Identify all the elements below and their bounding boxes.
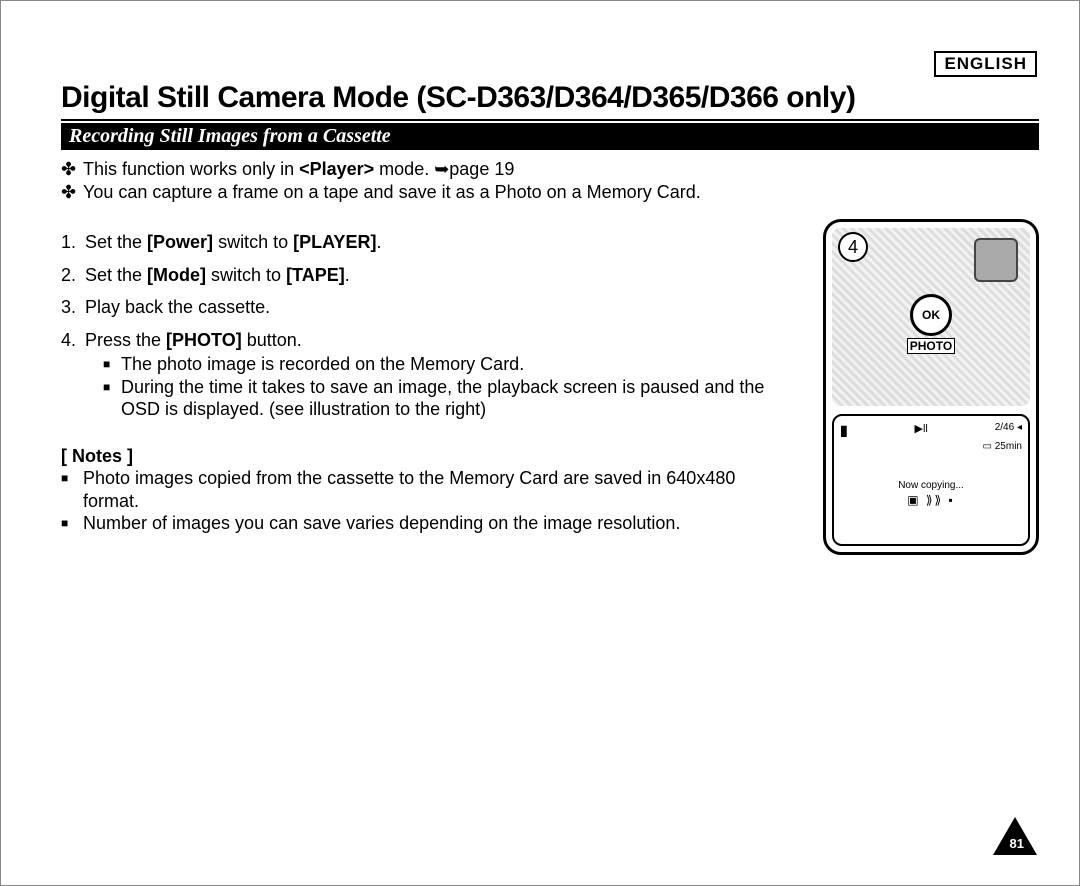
step-reference-circle: 4 bbox=[838, 232, 868, 262]
camera-illustration: 4 OK PHOTO ▮ ▶ll 2/46 ◂ ▭ 25min bbox=[823, 219, 1039, 555]
osd-time: 25min bbox=[995, 441, 1022, 452]
sub-text: The photo image is recorded on the Memor… bbox=[121, 353, 524, 376]
intro-block: ✤ This function works only in <Player> m… bbox=[61, 158, 1039, 203]
notes-block: [ Notes ] ■ Photo images copied from the… bbox=[61, 445, 794, 535]
step-text: Set the [Power] switch to [PLAYER]. bbox=[85, 231, 381, 254]
illustration-column: 4 OK PHOTO ▮ ▶ll 2/46 ◂ ▭ 25min bbox=[814, 203, 1039, 555]
steps-list: 1. Set the [Power] switch to [PLAYER]. 2… bbox=[61, 231, 794, 421]
square-bullet-icon: ■ bbox=[61, 512, 83, 534]
step-number: 2. bbox=[61, 264, 85, 287]
intro-text: You can capture a frame on a tape and sa… bbox=[83, 181, 701, 204]
intro-item: ✤ You can capture a frame on a tape and … bbox=[61, 181, 1039, 204]
osd-counter: 2/46 ◂ bbox=[995, 422, 1022, 439]
step-item: 2. Set the [Mode] switch to [TAPE]. bbox=[61, 264, 794, 287]
sub-item: ■ During the time it takes to save an im… bbox=[103, 376, 794, 421]
manual-page: ENGLISH Digital Still Camera Mode (SC-D3… bbox=[0, 0, 1080, 886]
maltese-icon: ✤ bbox=[61, 181, 83, 204]
square-bullet-icon: ■ bbox=[103, 376, 121, 398]
step-text: Set the [Mode] switch to [TAPE]. bbox=[85, 264, 350, 287]
step-item: 3. Play back the cassette. bbox=[61, 296, 794, 319]
play-pause-icon: ▶ll bbox=[915, 422, 928, 439]
sub-item: ■ The photo image is recorded on the Mem… bbox=[103, 353, 794, 376]
note-text: Number of images you can save varies dep… bbox=[83, 512, 680, 535]
section-heading: Recording Still Images from a Cassette bbox=[61, 123, 1039, 150]
cassette-icon: ▭ bbox=[983, 441, 992, 452]
osd-time-row: ▭ 25min bbox=[840, 441, 1022, 452]
page-title: Digital Still Camera Mode (SC-D363/D364/… bbox=[61, 81, 1039, 115]
intro-text: This function works only in <Player> mod… bbox=[83, 158, 514, 181]
osd-screen: ▮ ▶ll 2/46 ◂ ▭ 25min Now copying... ▣ ⟫⟫… bbox=[832, 414, 1030, 546]
step-number: 4. bbox=[61, 329, 85, 352]
card-icon: ▮ bbox=[840, 422, 848, 439]
note-item: ■ Number of images you can save varies d… bbox=[61, 512, 794, 535]
step-number: 3. bbox=[61, 296, 85, 319]
osd-transfer-icons: ▣ ⟫⟫ ▪ bbox=[840, 493, 1022, 507]
square-bullet-icon: ■ bbox=[61, 467, 83, 489]
sub-text: During the time it takes to save an imag… bbox=[121, 376, 794, 421]
photo-label: PHOTO bbox=[907, 338, 955, 354]
title-divider bbox=[61, 119, 1039, 121]
step-text: Play back the cassette. bbox=[85, 296, 270, 319]
step-item: 1. Set the [Power] switch to [PLAYER]. bbox=[61, 231, 794, 254]
osd-status-text: Now copying... bbox=[840, 480, 1022, 491]
language-badge: ENGLISH bbox=[934, 51, 1037, 77]
ok-button-icon: OK bbox=[910, 294, 952, 336]
step-number: 1. bbox=[61, 231, 85, 254]
step-item: 4. Press the [PHOTO] button. bbox=[61, 329, 794, 352]
step4-sublist: ■ The photo image is recorded on the Mem… bbox=[103, 353, 794, 421]
intro-item: ✤ This function works only in <Player> m… bbox=[61, 158, 1039, 181]
notes-heading: [ Notes ] bbox=[61, 445, 794, 468]
square-bullet-icon: ■ bbox=[103, 353, 121, 375]
note-item: ■ Photo images copied from the cassette … bbox=[61, 467, 794, 512]
photo-button-callout: OK PHOTO bbox=[896, 294, 966, 355]
step-text: Press the [PHOTO] button. bbox=[85, 329, 302, 352]
maltese-icon: ✤ bbox=[61, 158, 83, 181]
page-number: 81 bbox=[1010, 836, 1024, 851]
note-text: Photo images copied from the cassette to… bbox=[83, 467, 794, 512]
osd-top-row: ▮ ▶ll 2/46 ◂ bbox=[840, 422, 1022, 439]
